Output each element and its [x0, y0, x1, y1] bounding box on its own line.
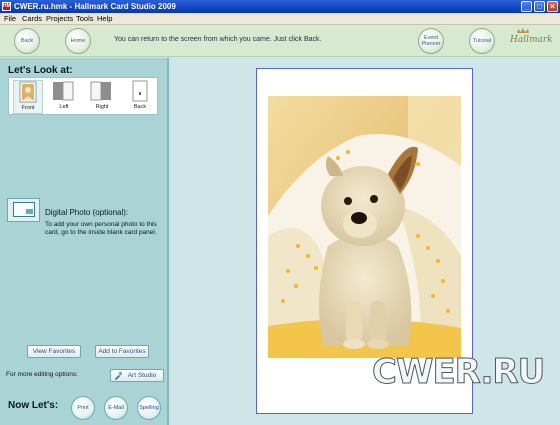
menu-file[interactable]: File — [4, 14, 16, 24]
toolbar: Back Home You can return to the screen f… — [0, 25, 560, 57]
menu-tools[interactable]: Tools — [76, 14, 94, 24]
left-panel: Let's Look at: Front Left Right Back Dig… — [0, 58, 169, 425]
back-button[interactable]: Back — [14, 28, 40, 54]
panel-right-button[interactable]: Right — [87, 80, 117, 114]
panel-left-button[interactable]: Left — [49, 80, 79, 114]
card-front-thumb-icon — [19, 81, 37, 103]
art-studio-button[interactable]: Art Studio — [110, 369, 164, 382]
add-to-favorites-button[interactable]: Add to Favorites — [95, 345, 149, 358]
now-lets-heading: Now Let's: — [8, 400, 59, 411]
print-button[interactable]: Print — [71, 396, 95, 420]
panel-right-label: Right — [95, 104, 109, 110]
digital-photo-title: Digital Photo (optional): — [45, 208, 129, 217]
dog-photo-image — [268, 96, 461, 358]
app-icon: HM — [2, 2, 11, 11]
minimize-button[interactable]: _ — [521, 1, 532, 12]
look-at-heading: Let's Look at: — [8, 65, 73, 76]
view-favorites-button[interactable]: View Favorites — [27, 345, 81, 358]
maximize-button[interactable]: □ — [534, 1, 545, 12]
crown-icon — [517, 28, 529, 33]
digital-photo-description: To add your own personal photo to this c… — [45, 221, 157, 236]
hallmark-logo: Hallmark — [510, 35, 553, 45]
toolbar-hint: You can return to the screen from which … — [114, 36, 322, 43]
card-left-thumb-icon — [53, 81, 74, 101]
card-panel-selector: Front Left Right Back — [8, 77, 158, 115]
card-back-thumb-icon — [132, 80, 148, 102]
panel-back-button[interactable]: Back — [125, 80, 155, 114]
digital-photo-icon[interactable] — [7, 198, 40, 222]
menu-projects[interactable]: Projects — [46, 14, 73, 24]
menu-bar: File Cards Projects Tools Help — [0, 13, 560, 25]
close-button[interactable]: × — [547, 1, 558, 12]
more-options-label: For more editing options: — [6, 371, 78, 378]
menu-help[interactable]: Help — [97, 14, 112, 24]
title-bar: HM CWER.ru.hmk - Hallmark Card Studio 20… — [0, 0, 560, 13]
brush-icon — [115, 372, 122, 380]
tutorial-button[interactable]: Tutorial — [469, 28, 495, 54]
art-studio-label: Art Studio — [127, 372, 157, 379]
menu-cards[interactable]: Cards — [22, 14, 42, 24]
panel-left-label: Left — [59, 104, 69, 110]
panel-front-label: Front — [21, 105, 35, 111]
dog-photo — [268, 96, 461, 358]
app-window: HM CWER.ru.hmk - Hallmark Card Studio 20… — [0, 0, 560, 425]
email-button[interactable]: E-Mail — [104, 396, 128, 420]
event-planner-button[interactable]: Event Planner — [418, 28, 444, 54]
window-title: CWER.ru.hmk - Hallmark Card Studio 2009 — [14, 2, 176, 11]
home-button[interactable]: Home — [65, 28, 91, 54]
watermark-text: CWER.RU — [371, 352, 545, 392]
panel-front-button[interactable]: Front — [13, 80, 43, 114]
spelling-button[interactable]: Spelling — [137, 396, 161, 420]
panel-back-label: Back — [133, 104, 147, 110]
card-right-thumb-icon — [90, 81, 111, 101]
